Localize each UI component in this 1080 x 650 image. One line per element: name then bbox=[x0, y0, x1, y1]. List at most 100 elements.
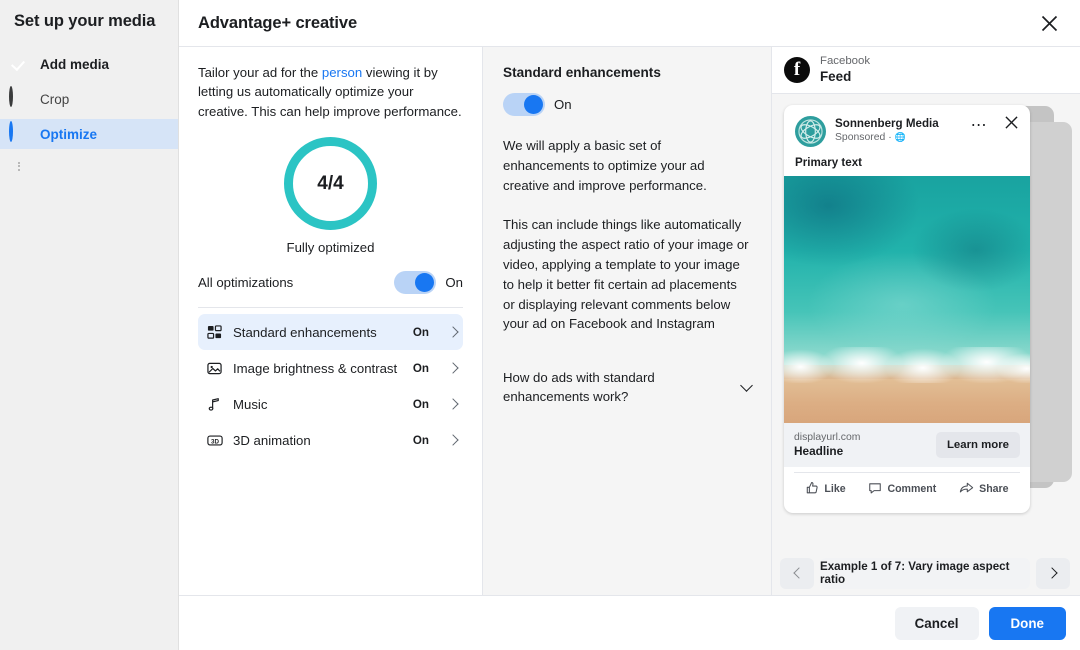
toggle-knob bbox=[415, 273, 435, 293]
page-title: Advantage+ creative bbox=[198, 13, 358, 32]
like-label: Like bbox=[824, 483, 846, 496]
share-label: Share bbox=[979, 483, 1009, 496]
share-button[interactable]: Share bbox=[959, 481, 1009, 498]
preview-placement-name: Feed bbox=[820, 68, 852, 84]
list-item-state: On bbox=[412, 397, 429, 411]
ad-creative-image bbox=[784, 176, 1030, 423]
advertiser-name: Sonnenberg Media bbox=[835, 117, 939, 130]
all-optimizations-label: All optimizations bbox=[198, 275, 294, 291]
gauge-value: 4/4 bbox=[317, 172, 344, 194]
gauge-caption: Fully optimized bbox=[286, 240, 375, 256]
list-item-label: Music bbox=[233, 396, 268, 412]
person-link[interactable]: person bbox=[322, 65, 362, 80]
carousel-next-button[interactable] bbox=[1036, 557, 1070, 589]
detail-toggle-state: On bbox=[554, 97, 572, 112]
surf-layer bbox=[784, 347, 1030, 383]
sidebar-item-add-media[interactable]: Add media bbox=[0, 49, 178, 79]
ad-preview-card: Sonnenberg Media Sponsored · 🌐 ⋯ Primary… bbox=[784, 105, 1030, 513]
detail-paragraph-1: We will apply a basic set of enhancement… bbox=[503, 138, 707, 193]
chevron-right-icon bbox=[1045, 567, 1058, 579]
detail-paragraph-2: This can include things like automatical… bbox=[503, 217, 749, 332]
preview-platform: Facebook bbox=[820, 54, 871, 67]
all-optimizations-row: All optimizations On bbox=[198, 271, 463, 309]
optimization-gauge: 4/4 Fully optimized bbox=[198, 137, 463, 255]
preview-header: f Facebook Feed bbox=[772, 47, 1080, 94]
sidebar-item-label: Add media bbox=[40, 56, 110, 72]
ad-cta-row: displayurl.com Headline Learn more bbox=[784, 423, 1030, 467]
list-item-image-brightness-contrast[interactable]: Image brightness & contrast On bbox=[198, 350, 463, 386]
comment-button[interactable]: Comment bbox=[868, 481, 936, 498]
list-item-label: Standard enhancements bbox=[233, 324, 377, 340]
comment-bubble-icon bbox=[868, 481, 882, 498]
carousel-label: Example 1 of 7: Vary image aspect ratio bbox=[820, 557, 1030, 589]
standard-enhancements-toggle[interactable] bbox=[503, 93, 545, 116]
chevron-right-icon bbox=[447, 398, 459, 410]
close-icon[interactable] bbox=[1032, 6, 1066, 40]
preview-carousel-nav: Example 1 of 7: Vary image aspect ratio bbox=[780, 557, 1070, 589]
advertiser-info: Sonnenberg Media Sponsored · 🌐 bbox=[835, 116, 962, 144]
list-item-label: 3D animation bbox=[233, 432, 311, 448]
sponsored-row: Sponsored · 🌐 bbox=[835, 131, 962, 144]
detail-toggle-row: On bbox=[503, 93, 751, 116]
chevron-down-icon bbox=[740, 378, 753, 392]
carousel-prev-button[interactable] bbox=[780, 557, 814, 589]
list-item-state: On bbox=[412, 361, 429, 375]
optimization-list: Standard enhancements On Image brightnes… bbox=[198, 314, 463, 458]
sponsored-separator: · bbox=[888, 132, 892, 144]
cancel-button[interactable]: Cancel bbox=[894, 606, 979, 640]
list-item-music[interactable]: Music On bbox=[198, 386, 463, 422]
chevron-left-icon bbox=[792, 567, 805, 579]
close-icon[interactable] bbox=[997, 116, 1020, 134]
chevron-right-icon bbox=[447, 326, 459, 338]
like-button[interactable]: Like bbox=[805, 481, 846, 498]
intro-text: Tailor your ad for the person viewing it… bbox=[198, 63, 463, 121]
ad-primary-text: Primary text bbox=[795, 156, 863, 169]
more-options-icon[interactable]: ⋯ bbox=[971, 116, 988, 134]
ad-cta-text: displayurl.com Headline bbox=[794, 431, 928, 459]
list-item-3d-animation[interactable]: 3D 3D animation On bbox=[198, 422, 463, 458]
sidebar-title: Set up your media bbox=[14, 12, 156, 30]
check-circle-icon bbox=[8, 53, 30, 75]
all-optimizations-state: On bbox=[445, 275, 463, 291]
comment-label: Comment bbox=[887, 483, 937, 496]
svg-text:3D: 3D bbox=[211, 438, 219, 445]
chevron-right-icon bbox=[447, 362, 459, 374]
avatar bbox=[795, 116, 826, 147]
ad-header: Sonnenberg Media Sponsored · 🌐 ⋯ bbox=[784, 105, 1030, 147]
empty-circle-icon bbox=[8, 86, 30, 110]
faq-accordion[interactable]: How do ads with standard enhancements wo… bbox=[503, 368, 753, 406]
sidebar-item-optimize[interactable]: Optimize bbox=[0, 119, 178, 149]
step-connector-2 bbox=[18, 162, 20, 171]
toggle-knob bbox=[524, 95, 543, 114]
optimizations-panel: Tailor your ad for the person viewing it… bbox=[179, 47, 483, 595]
preview-panel: f Facebook Feed Sonnenberg Media Sponsor… bbox=[772, 47, 1080, 595]
ad-action-bar: Like Comment Share bbox=[794, 471, 1020, 506]
detail-panel: Standard enhancements On We will apply a… bbox=[483, 47, 772, 595]
ad-display-url: displayurl.com bbox=[794, 432, 861, 443]
detail-title: Standard enhancements bbox=[503, 65, 661, 80]
main-area: Advantage+ creative Tailor your ad for t… bbox=[179, 0, 1080, 650]
intro-text-before: Tailor your ad for the bbox=[198, 65, 322, 80]
list-item-state: On bbox=[412, 325, 429, 339]
facebook-logo-icon: f bbox=[784, 57, 810, 83]
learn-more-button[interactable]: Learn more bbox=[935, 431, 1020, 458]
done-button[interactable]: Done bbox=[988, 606, 1066, 640]
music-note-icon bbox=[206, 396, 223, 413]
sidebar-item-label: Crop bbox=[40, 91, 70, 107]
sidebar-item-crop[interactable]: Crop bbox=[0, 84, 178, 114]
3d-badge-icon: 3D bbox=[206, 432, 223, 449]
dialog-body: Tailor your ad for the person viewing it… bbox=[179, 47, 1080, 595]
sand-layer bbox=[784, 379, 1030, 423]
list-item-state: On bbox=[412, 433, 429, 447]
advantage-plus-creative-dialog: Set up your media Add media Crop Optimiz… bbox=[0, 0, 1080, 650]
dialog-footer: Cancel Done bbox=[179, 595, 1080, 650]
preview-stage: Sonnenberg Media Sponsored · 🌐 ⋯ Primary… bbox=[772, 94, 1080, 595]
share-arrow-icon bbox=[959, 481, 974, 498]
image-icon bbox=[206, 360, 223, 377]
list-item-standard-enhancements[interactable]: Standard enhancements On bbox=[198, 314, 463, 351]
preview-placement: Facebook Feed bbox=[820, 55, 870, 85]
all-optimizations-toggle[interactable] bbox=[394, 271, 437, 295]
list-item-label: Image brightness & contrast bbox=[233, 360, 398, 376]
half-circle-icon bbox=[8, 121, 30, 145]
sidebar-item-label: Optimize bbox=[40, 126, 98, 142]
